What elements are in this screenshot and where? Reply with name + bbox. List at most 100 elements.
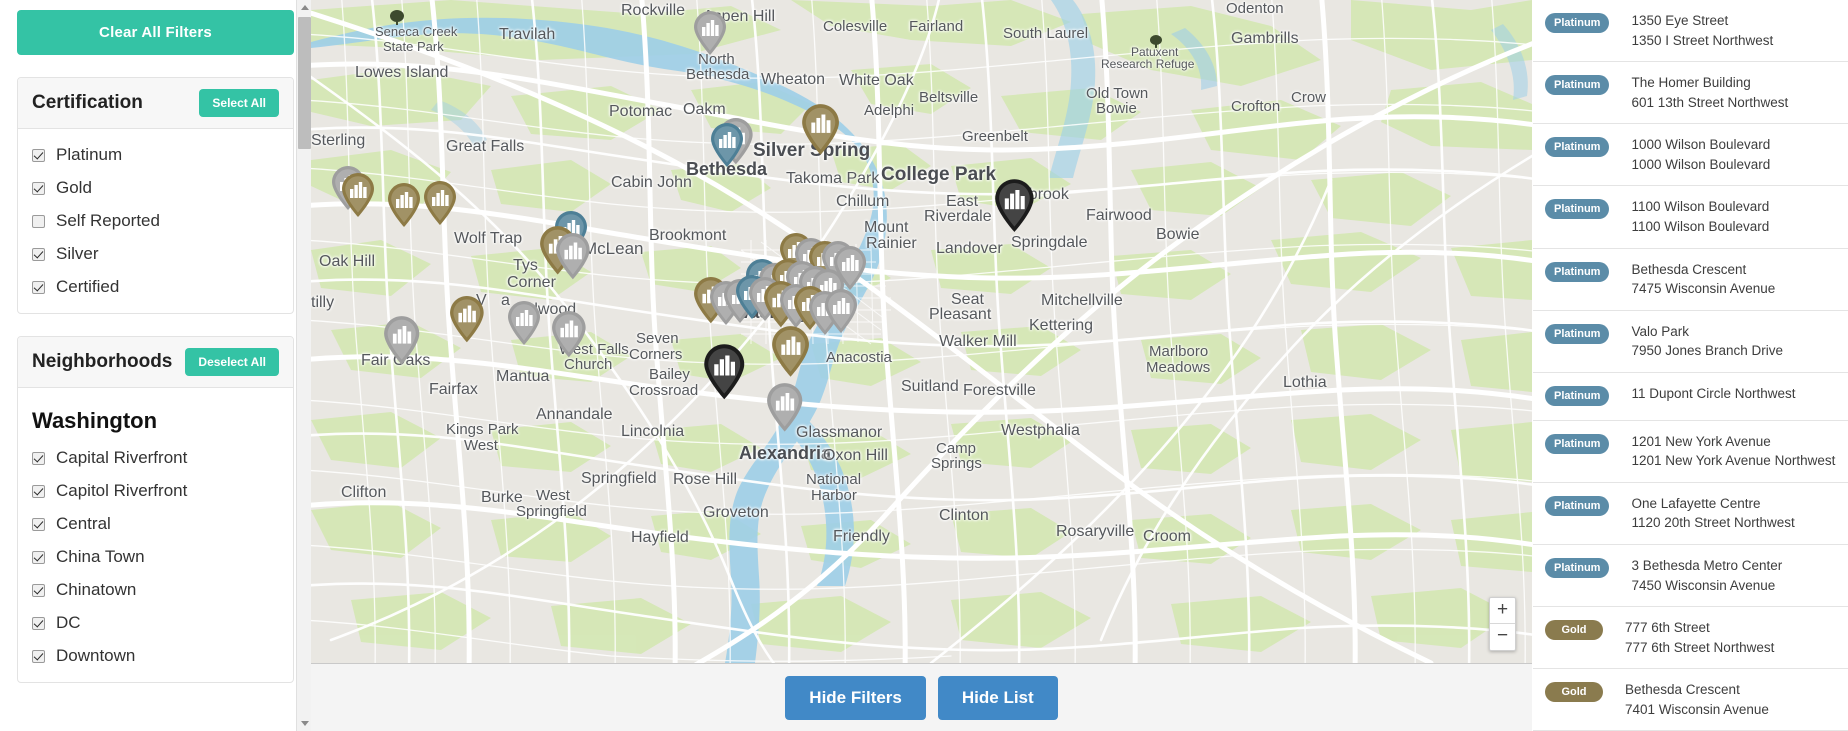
zoom-in-button[interactable]: +	[1490, 598, 1515, 624]
checkbox-label: Certified	[56, 277, 120, 296]
map-marker-pin[interactable]	[555, 232, 591, 280]
map-marker-pin[interactable]	[766, 382, 803, 433]
building-name: 11 Dupont Circle Northwest	[1631, 385, 1796, 401]
neighborhoods-title: Neighborhoods	[32, 351, 173, 372]
map-marker-pin[interactable]	[693, 10, 727, 56]
map-marker-pin[interactable]	[449, 295, 485, 343]
certification-badge: Platinum	[1545, 199, 1610, 220]
map-marker-pin[interactable]	[341, 172, 375, 218]
certification-badge: Platinum	[1545, 261, 1610, 282]
checkbox-icon[interactable]	[32, 616, 45, 630]
checkbox-icon[interactable]	[32, 214, 45, 228]
map-area: Rockville Aspen Hill Colesville Fairland Sou…	[311, 0, 1532, 731]
building-address: 1120 20th Street Northwest	[1631, 515, 1795, 531]
checkbox-icon[interactable]	[32, 484, 45, 498]
checkbox-icon[interactable]	[32, 451, 45, 465]
neighborhood-option-central[interactable]: Central	[32, 514, 279, 534]
building-list-panel[interactable]: Platinum 1350 Eye Street 1350 I Street Nor…	[1532, 0, 1848, 731]
neighborhood-option-chinatown[interactable]: Chinatown	[32, 580, 279, 600]
building-address: 1350 I Street Northwest	[1631, 32, 1774, 48]
neighborhood-option-dc[interactable]: DC	[32, 613, 279, 633]
filter-panel-scrollbar[interactable]	[296, 0, 311, 731]
certification-badge: Platinum	[1545, 75, 1610, 96]
map-marker-pin[interactable]	[771, 325, 810, 378]
map-canvas[interactable]: Rockville Aspen Hill Colesville Fairland Sou…	[311, 0, 1532, 663]
map-marker-pin[interactable]	[387, 182, 421, 228]
checkbox-icon[interactable]	[32, 550, 45, 564]
neighborhood-option-capital-riverfront[interactable]: Capital Riverfront	[32, 448, 279, 468]
building-list-item[interactable]: Gold 777 6th Street 777 6th Street Northwe…	[1533, 607, 1848, 670]
neighborhoods-options: Washington Capital Riverfront Capitol Riv…	[18, 388, 293, 682]
building-name: 3 Bethesda Metro Center	[1631, 558, 1783, 573]
certification-option-platinum[interactable]: Platinum	[32, 145, 279, 165]
building-name: Bethesda Crescent	[1625, 682, 1740, 698]
map-marker-pin[interactable]	[824, 288, 858, 334]
certification-badge: Gold	[1545, 682, 1603, 703]
map-marker-pin[interactable]	[551, 310, 587, 358]
hide-list-button[interactable]: Hide List	[937, 675, 1058, 720]
map-marker-pin[interactable]	[507, 300, 541, 346]
certification-option-silver[interactable]: Silver	[32, 244, 279, 264]
building-list-item[interactable]: Platinum 1201 New York Avenue 1201 New Yor…	[1533, 421, 1848, 483]
building-text-block: 3 Bethesda Metro Center 7450 Wisconsin Av…	[1631, 556, 1782, 595]
building-list-item[interactable]: Platinum The Homer Building 601 13th Stree…	[1533, 62, 1848, 125]
filter-panel: Clear All Filters Certification Select A…	[0, 0, 311, 731]
map-marker-pin[interactable]	[703, 343, 746, 401]
clear-all-filters-button[interactable]: Clear All Filters	[17, 10, 294, 55]
scroll-up-arrow-icon[interactable]	[297, 0, 311, 15]
building-list-item[interactable]: Platinum 1000 Wilson Boulevard 1000 Wilson…	[1533, 124, 1848, 187]
certification-badge: Platinum	[1545, 558, 1610, 578]
hide-filters-button[interactable]: Hide Filters	[785, 675, 926, 720]
certification-filter-card: Certification Select All Platinum Gold Sel…	[17, 77, 294, 314]
checkbox-icon[interactable]	[32, 247, 45, 261]
map-marker-pin[interactable]	[994, 178, 1035, 233]
building-name: 1000 Wilson Boulevard	[1631, 137, 1771, 153]
zoom-out-button[interactable]: −	[1490, 624, 1515, 650]
certification-option-gold[interactable]: Gold	[32, 178, 279, 198]
checkbox-label: Chinatown	[56, 580, 137, 599]
checkbox-icon[interactable]	[32, 517, 45, 531]
neighborhood-option-capitol-riverfront[interactable]: Capitol Riverfront	[32, 481, 279, 501]
scroll-down-arrow-icon[interactable]	[297, 716, 311, 731]
building-name: 1201 New York Avenue	[1631, 433, 1771, 449]
building-list-item[interactable]: Platinum Bethesda Crescent 7475 Wisconsin …	[1533, 249, 1848, 311]
map-marker-pin[interactable]	[423, 180, 457, 226]
certification-select-all-button[interactable]: Select All	[199, 89, 279, 117]
building-list-item[interactable]: Gold Bethesda Crescent 7401 Wisconsin Aven…	[1533, 669, 1848, 731]
checkbox-label: Platinum	[56, 145, 123, 164]
building-address: 7475 Wisconsin Avenue	[1631, 281, 1776, 297]
building-name: 1100 Wilson Boulevard	[1631, 199, 1770, 215]
map-marker-pin[interactable]	[710, 122, 744, 168]
building-list-item[interactable]: Platinum 3 Bethesda Metro Center 7450 Wisc…	[1533, 545, 1848, 608]
certification-option-self-reported[interactable]: Self Reported	[32, 211, 279, 231]
building-text-block: One Lafayette Centre 1120 20th Street Nor…	[1631, 494, 1794, 533]
building-list-item[interactable]: Platinum 1350 Eye Street 1350 I Street Nor…	[1533, 0, 1848, 63]
neighborhood-option-downtown[interactable]: Downtown	[32, 646, 279, 666]
checkbox-label: Self Reported	[56, 211, 160, 230]
certification-badge: Platinum	[1545, 137, 1610, 158]
building-list-item[interactable]: Platinum Valo Park 7950 Jones Branch Drive	[1533, 311, 1848, 373]
building-text-block: 1201 New York Avenue 1201 New York Avenue…	[1631, 432, 1835, 471]
checkbox-icon[interactable]	[32, 583, 45, 597]
checkbox-label: China Town	[56, 547, 145, 566]
checkbox-icon[interactable]	[32, 148, 45, 162]
map-zoom-controls[interactable]: + −	[1489, 597, 1516, 651]
building-list-item[interactable]: Platinum One Lafayette Centre 1120 20th St…	[1533, 483, 1848, 545]
checkbox-icon[interactable]	[32, 649, 45, 663]
page-root: Clear All Filters Certification Select A…	[0, 0, 1848, 731]
scrollbar-thumb[interactable]	[298, 17, 311, 149]
neighborhood-option-china-town[interactable]: China Town	[32, 547, 279, 567]
map-marker-pin[interactable]	[801, 103, 840, 156]
building-list-item[interactable]: Platinum 11 Dupont Circle Northwest	[1533, 373, 1848, 421]
certification-title: Certification	[32, 92, 143, 113]
building-address: 7401 Wisconsin Avenue	[1625, 701, 1769, 717]
checkbox-icon[interactable]	[32, 181, 45, 195]
checkbox-icon[interactable]	[32, 280, 45, 294]
building-address: 1201 New York Avenue Northwest	[1631, 453, 1836, 469]
building-list-item[interactable]: Platinum 1100 Wilson Boulevard 1100 Wilson…	[1533, 186, 1848, 249]
checkbox-label: Silver	[56, 244, 99, 263]
certification-option-certified[interactable]: Certified	[32, 277, 279, 297]
building-text-block: 11 Dupont Circle Northwest	[1631, 384, 1795, 404]
neighborhoods-deselect-all-button[interactable]: Deselect All	[185, 348, 279, 376]
map-marker-pin[interactable]	[383, 315, 420, 366]
